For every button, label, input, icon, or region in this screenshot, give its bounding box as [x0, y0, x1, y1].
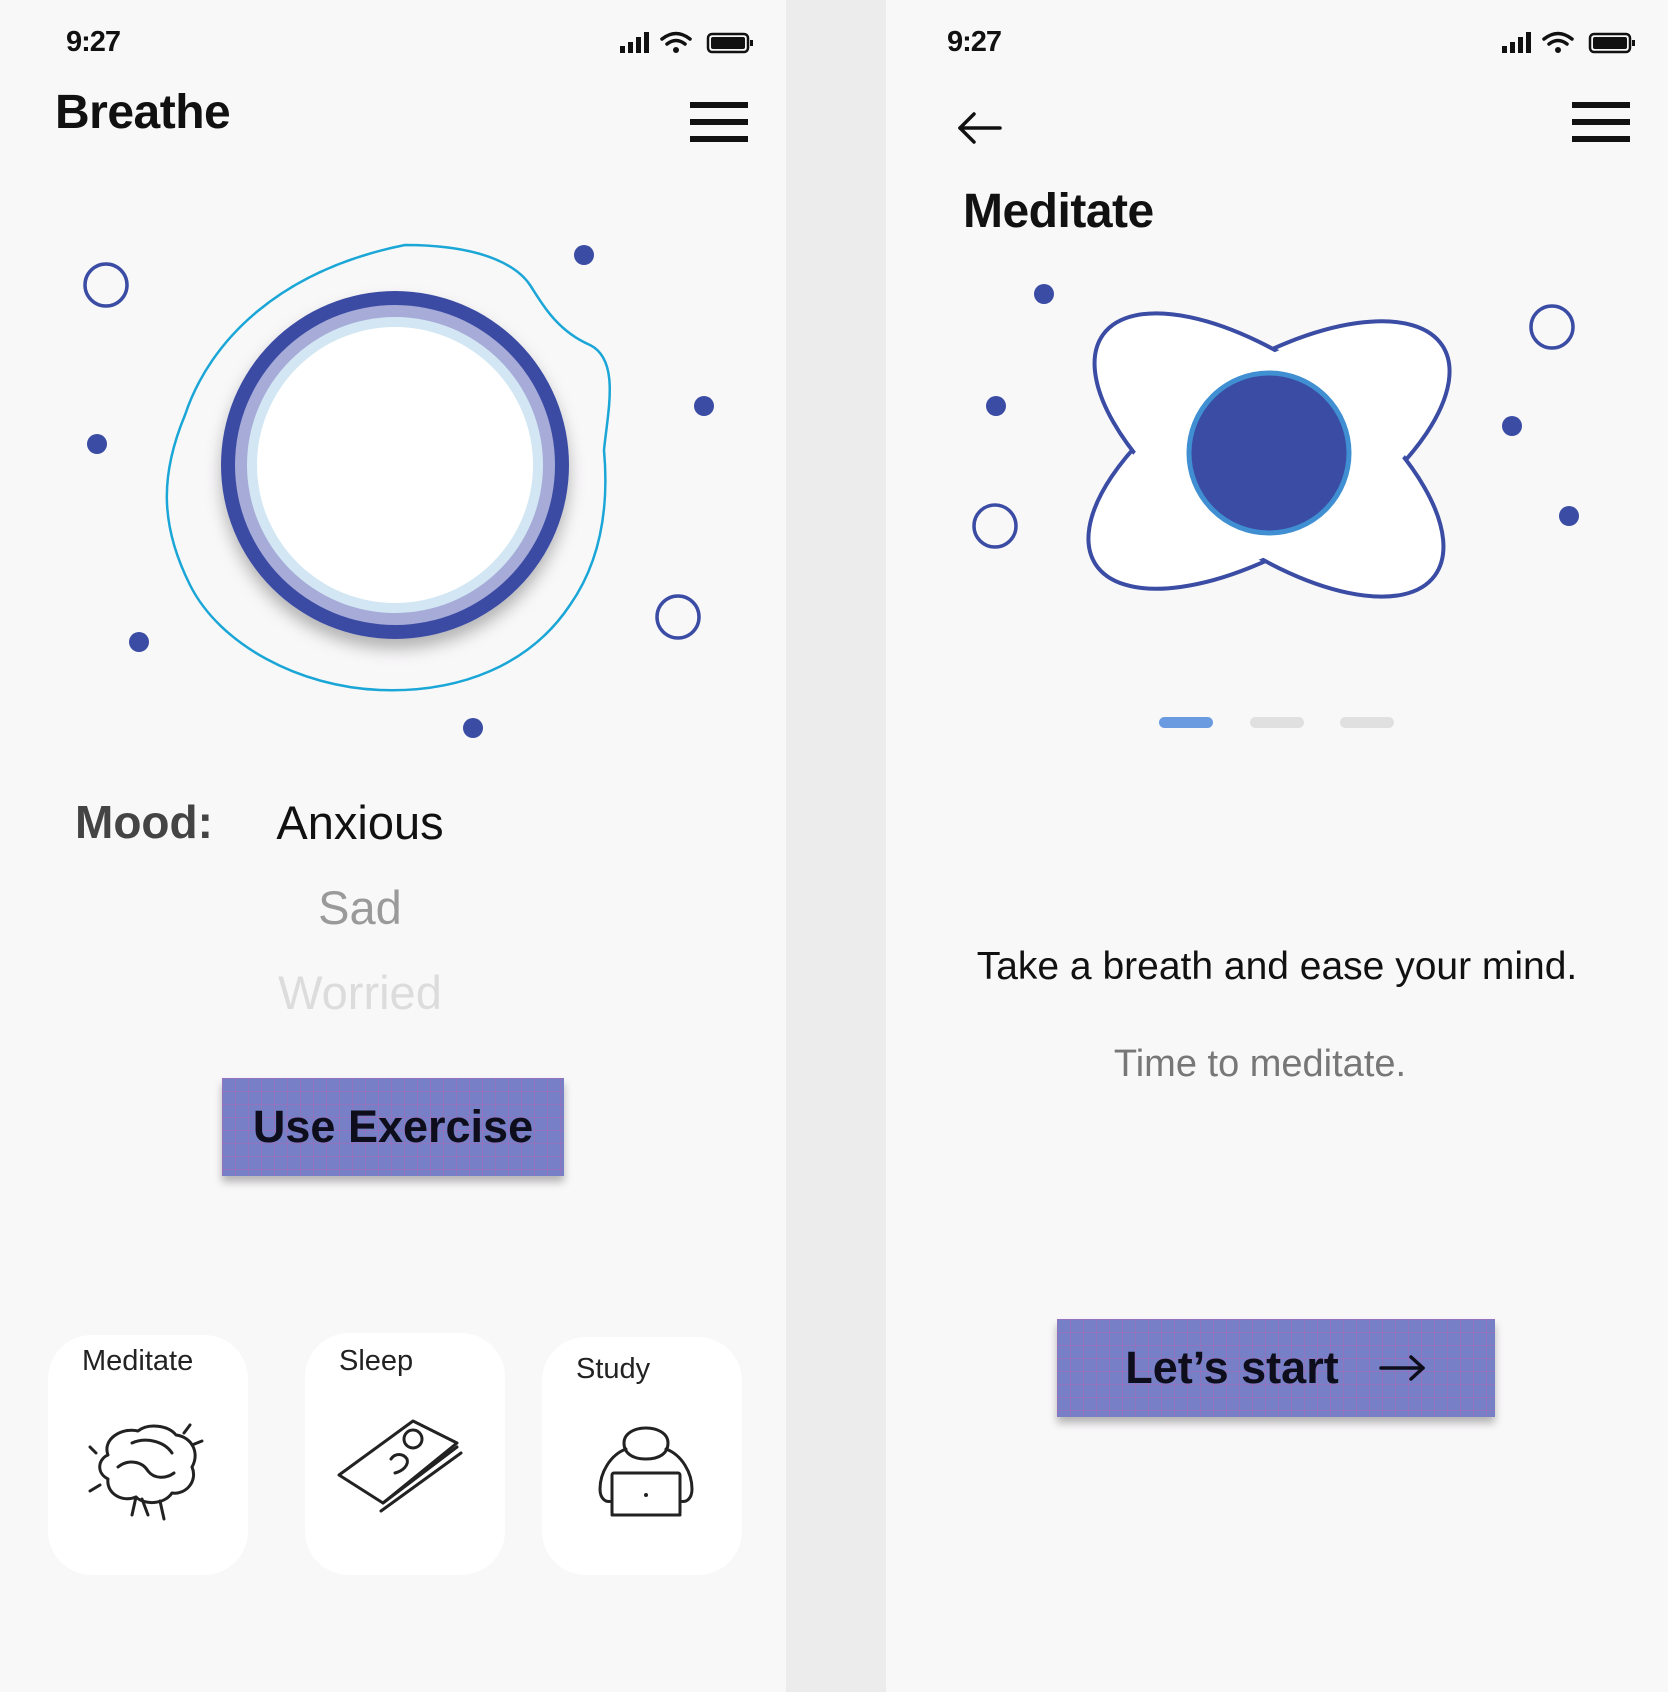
- mood-option-anxious[interactable]: Anxious: [210, 795, 510, 850]
- dot: [1034, 284, 1054, 304]
- dot: [574, 245, 594, 265]
- dot: [1502, 416, 1522, 436]
- carousel-dot[interactable]: [1340, 717, 1394, 728]
- lets-start-label: Let’s start: [1125, 1342, 1339, 1393]
- ring-dot: [972, 503, 1018, 549]
- ring-dot: [655, 594, 701, 640]
- lets-start-button[interactable]: Let’s start: [1057, 1319, 1495, 1417]
- dot: [694, 396, 714, 416]
- hamburger-menu-icon[interactable]: [690, 102, 748, 142]
- mood-option-worried[interactable]: Worried: [210, 965, 510, 1020]
- page-title: Meditate: [963, 185, 1154, 238]
- status-time: 9:27: [947, 26, 1002, 58]
- dot: [1559, 506, 1579, 526]
- breathing-illustration: [83, 243, 714, 738]
- meditate-screen: [886, 0, 1668, 1692]
- wifi-icon: [660, 31, 692, 46]
- ring-dot: [1529, 304, 1575, 350]
- status-time: 9:27: [66, 26, 121, 58]
- use-exercise-button[interactable]: Use Exercise: [222, 1078, 564, 1176]
- person-laptop-icon: [598, 1426, 694, 1517]
- carousel-dot[interactable]: [1250, 717, 1304, 728]
- ring-dot: [83, 262, 129, 308]
- cellular-signal-icon: [620, 32, 649, 53]
- back-arrow-icon[interactable]: [956, 108, 1004, 148]
- wifi-icon: [1542, 31, 1574, 46]
- cellular-signal-icon: [1502, 32, 1531, 53]
- category-card-meditate[interactable]: Meditate: [48, 1335, 248, 1575]
- subtitle: Time to meditate.: [1113, 1043, 1407, 1085]
- arrow-right-icon: [1378, 1355, 1425, 1381]
- category-label: Meditate: [82, 1345, 194, 1377]
- dot: [129, 632, 149, 652]
- center-orb: [1186, 370, 1352, 536]
- category-label: Sleep: [339, 1345, 414, 1377]
- battery-icon: [1588, 32, 1635, 54]
- hamburger-menu-icon[interactable]: [1572, 102, 1630, 142]
- brain-icon: [88, 1423, 204, 1521]
- dot: [986, 396, 1006, 416]
- carousel-dot-active[interactable]: [1159, 717, 1213, 728]
- meditation-illustration: [972, 284, 1579, 599]
- app-title: Breathe: [55, 86, 231, 139]
- status-icons: [1502, 31, 1635, 54]
- category-label: Study: [576, 1353, 651, 1385]
- dot: [463, 718, 483, 738]
- category-card-sleep[interactable]: Sleep: [305, 1333, 505, 1575]
- category-card-study[interactable]: Study: [542, 1337, 742, 1575]
- mood-option-sad[interactable]: Sad: [210, 880, 510, 935]
- tagline: Take a breath and ease your mind.: [976, 945, 1578, 988]
- dot: [87, 434, 107, 454]
- sleeping-person-icon: [337, 1419, 463, 1513]
- mood-label: Mood:: [75, 796, 213, 848]
- battery-icon: [706, 32, 753, 54]
- status-icons: [620, 31, 753, 54]
- breathe-screen: 9:27 Breathe Mood: Anxious Sad Worried U…: [0, 0, 786, 1692]
